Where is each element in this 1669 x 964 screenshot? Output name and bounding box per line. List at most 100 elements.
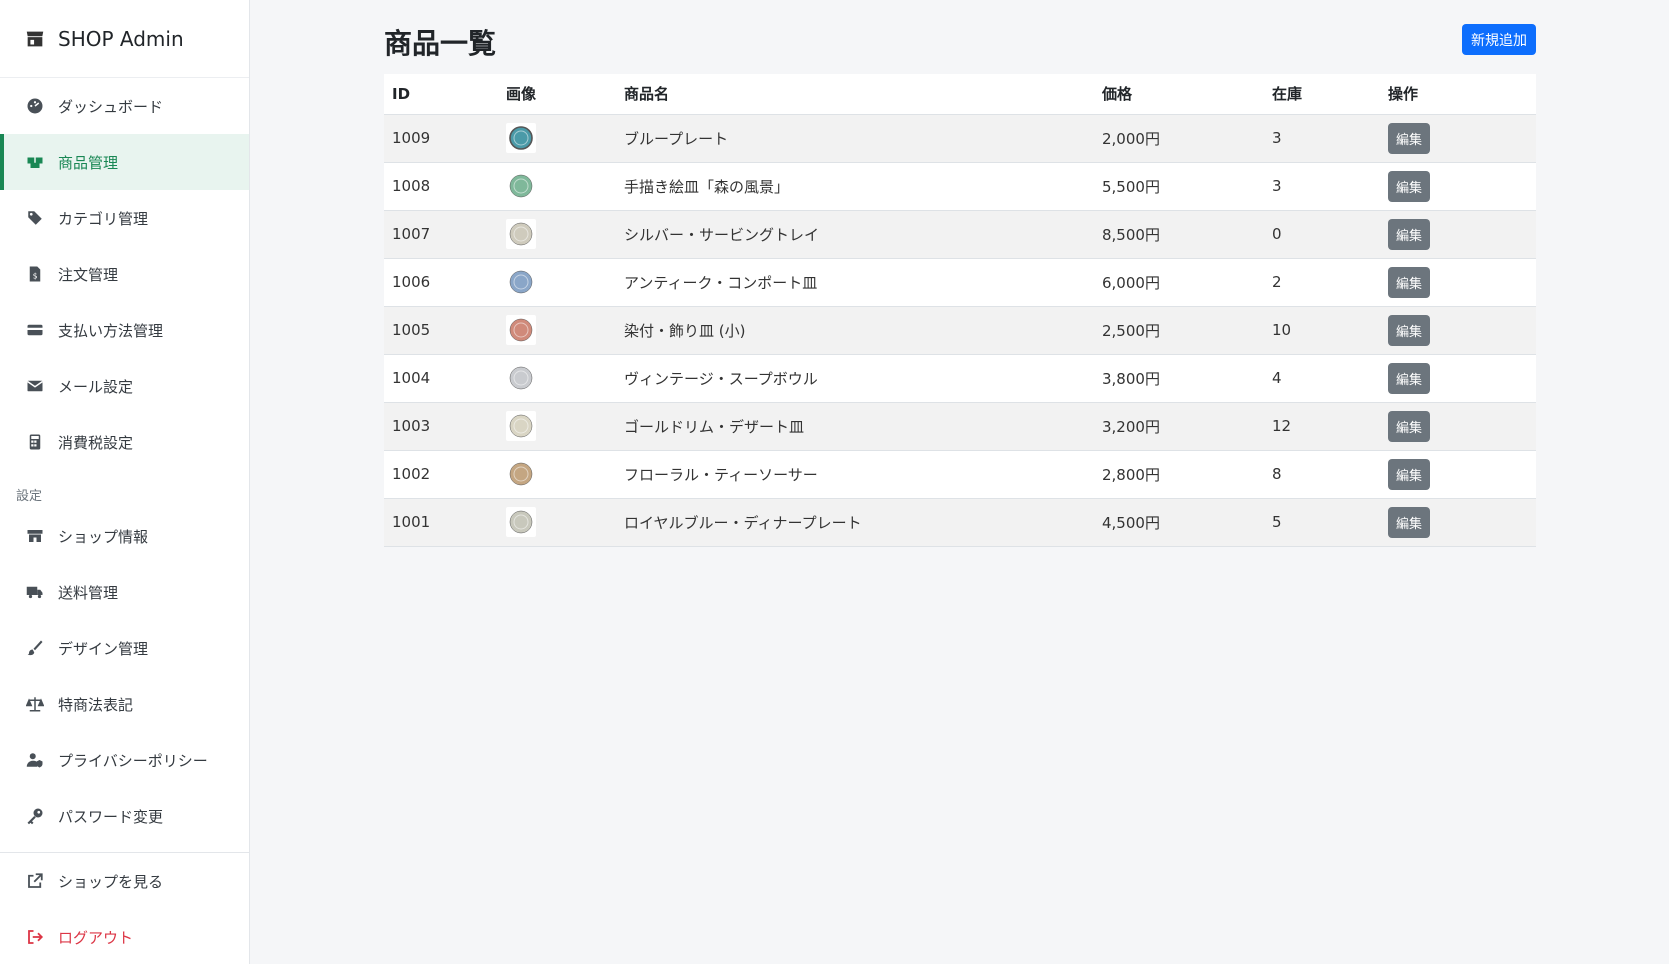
cell-stock: 3 xyxy=(1272,177,1282,195)
edit-button[interactable]: 編集 xyxy=(1388,266,1431,298)
cell-image xyxy=(498,402,616,450)
sidebar-item-view-shop[interactable]: ショップを見る xyxy=(0,853,249,909)
svg-text:$: $ xyxy=(33,272,38,281)
sidebar-item-payments[interactable]: 支払い方法管理 xyxy=(0,302,249,358)
plate-icon xyxy=(509,222,533,246)
shop-icon xyxy=(27,530,43,542)
sidebar-item-label: メール設定 xyxy=(58,377,134,396)
column-header-actions: 操作 xyxy=(1380,74,1536,115)
product-thumbnail[interactable] xyxy=(506,219,536,249)
sidebar-item-design[interactable]: デザイン管理 xyxy=(0,620,249,676)
edit-button[interactable]: 編集 xyxy=(1388,170,1431,202)
cell-id: 1009 xyxy=(392,129,431,147)
edit-button[interactable]: 編集 xyxy=(1388,458,1431,490)
edit-button[interactable]: 編集 xyxy=(1388,122,1431,154)
table-row: 1008 手描き絵皿「森の風景」 5,500円 3 編集 xyxy=(384,162,1536,210)
cell-image xyxy=(498,354,616,402)
sidebar-item-shop-info[interactable]: ショップ情報 xyxy=(0,508,249,564)
calculator-icon xyxy=(29,434,41,450)
envelope-icon xyxy=(27,380,43,392)
tags-icon xyxy=(27,211,42,225)
product-thumbnail[interactable] xyxy=(506,267,536,297)
product-thumbnail[interactable] xyxy=(506,123,536,153)
plate-icon xyxy=(509,126,533,150)
brand[interactable]: SHOP Admin xyxy=(0,0,249,78)
sidebar-item-shipping[interactable]: 送料管理 xyxy=(0,564,249,620)
plate-icon xyxy=(509,510,533,534)
cell-actions: 編集 xyxy=(1380,162,1536,210)
edit-button[interactable]: 編集 xyxy=(1388,410,1431,442)
table-row: 1002 フローラル・ティーソーサー 2,800円 8 編集 xyxy=(384,450,1536,498)
product-thumbnail[interactable] xyxy=(506,507,536,537)
cell-stock: 0 xyxy=(1272,225,1282,243)
cell-product-name: アンティーク・コンポート皿 xyxy=(624,273,818,292)
cell-actions: 編集 xyxy=(1380,306,1536,354)
column-header-name: 商品名 xyxy=(616,74,1094,115)
main-nav: ダッシュボード 商品管理 カテゴリ管理 $ 注文管理 支払い方法管理 メール設定 xyxy=(0,78,249,470)
sidebar-item-password[interactable]: パスワード変更 xyxy=(0,788,249,844)
add-new-button[interactable]: 新規追加 xyxy=(1462,24,1536,55)
cell-image xyxy=(498,258,616,306)
cell-actions: 編集 xyxy=(1380,210,1536,258)
cell-id: 1005 xyxy=(392,321,431,339)
cell-price: 5,500円 xyxy=(1102,177,1160,196)
sidebar-item-orders[interactable]: $ 注文管理 xyxy=(0,246,249,302)
cell-stock: 10 xyxy=(1272,321,1292,339)
cell-actions: 編集 xyxy=(1380,402,1536,450)
sidebar-item-products[interactable]: 商品管理 xyxy=(0,134,249,190)
settings-nav: ショップ情報 送料管理 デザイン管理 特商法表記 プライバシーポリシー パスワー… xyxy=(0,508,249,844)
sidebar-item-label: パスワード変更 xyxy=(58,807,164,826)
cell-actions: 編集 xyxy=(1380,450,1536,498)
product-thumbnail[interactable] xyxy=(506,459,536,489)
cell-price: 2,000円 xyxy=(1102,129,1160,148)
table-row: 1007 シルバー・サービングトレイ 8,500円 0 編集 xyxy=(384,210,1536,258)
product-thumbnail[interactable] xyxy=(506,315,536,345)
edit-button[interactable]: 編集 xyxy=(1388,362,1431,394)
column-header-id: ID xyxy=(384,74,498,115)
table-row: 1004 ヴィンテージ・スープボウル 3,800円 4 編集 xyxy=(384,354,1536,402)
products-table: ID 画像 商品名 価格 在庫 操作 1009 ブループレート 2,000円 3 編集 1… xyxy=(384,74,1536,547)
product-thumbnail[interactable] xyxy=(506,411,536,441)
edit-button[interactable]: 編集 xyxy=(1388,506,1431,538)
sidebar-item-tax[interactable]: 消費税設定 xyxy=(0,414,249,470)
cell-stock: 4 xyxy=(1272,369,1282,387)
table-row: 1001 ロイヤルブルー・ディナープレート 4,500円 5 編集 xyxy=(384,498,1536,546)
edit-button[interactable]: 編集 xyxy=(1388,314,1431,346)
store-icon xyxy=(26,31,44,46)
table-row: 1003 ゴールドリム・デザート皿 3,200円 12 編集 xyxy=(384,402,1536,450)
key-icon xyxy=(27,808,43,825)
cell-product-name: 手描き絵皿「森の風景」 xyxy=(624,177,790,196)
sidebar-item-mail[interactable]: メール設定 xyxy=(0,358,249,414)
sidebar-item-label: カテゴリ管理 xyxy=(58,209,149,228)
column-header-price: 価格 xyxy=(1094,74,1264,115)
cell-price: 2,800円 xyxy=(1102,465,1160,484)
plate-icon xyxy=(509,318,533,342)
product-thumbnail[interactable] xyxy=(506,171,536,201)
sidebar-item-legal[interactable]: 特商法表記 xyxy=(0,676,249,732)
cell-product-name: シルバー・サービングトレイ xyxy=(624,225,820,244)
page-title: 商品一覧 xyxy=(384,27,497,60)
main-content: 商品一覧 新規追加 ID 画像 商品名 価格 在庫 操作 1009 ブループレート… xyxy=(250,0,1669,964)
cell-product-name: ゴールドリム・デザート皿 xyxy=(624,417,805,436)
admin-app: SHOP Admin ダッシュボード 商品管理 カテゴリ管理 $ 注文管理 支払… xyxy=(0,0,1669,964)
cell-product-name: ロイヤルブルー・ディナープレート xyxy=(624,513,862,532)
cell-image xyxy=(498,114,616,162)
plate-icon xyxy=(509,462,533,486)
sidebar-item-dashboard[interactable]: ダッシュボード xyxy=(0,78,249,134)
scale-icon xyxy=(26,697,44,712)
sidebar-item-logout[interactable]: ログアウト xyxy=(0,909,249,964)
table-body: 1009 ブループレート 2,000円 3 編集 1008 手描き絵皿「森の風景」 5,500… xyxy=(384,114,1536,546)
edit-button[interactable]: 編集 xyxy=(1388,218,1431,250)
sidebar-item-privacy[interactable]: プライバシーポリシー xyxy=(0,732,249,788)
settings-section-label: 設定 xyxy=(16,488,43,504)
sidebar-item-label: プライバシーポリシー xyxy=(58,751,208,770)
sidebar-item-label: 送料管理 xyxy=(58,583,119,602)
product-thumbnail[interactable] xyxy=(506,363,536,393)
table-row: 1009 ブループレート 2,000円 3 編集 xyxy=(384,114,1536,162)
cell-image xyxy=(498,210,616,258)
plate-icon xyxy=(509,270,533,294)
cell-image xyxy=(498,498,616,546)
sidebar-item-categories[interactable]: カテゴリ管理 xyxy=(0,190,249,246)
sidebar-item-label: デザイン管理 xyxy=(58,639,149,658)
table-header-row: ID 画像 商品名 価格 在庫 操作 xyxy=(384,74,1536,115)
